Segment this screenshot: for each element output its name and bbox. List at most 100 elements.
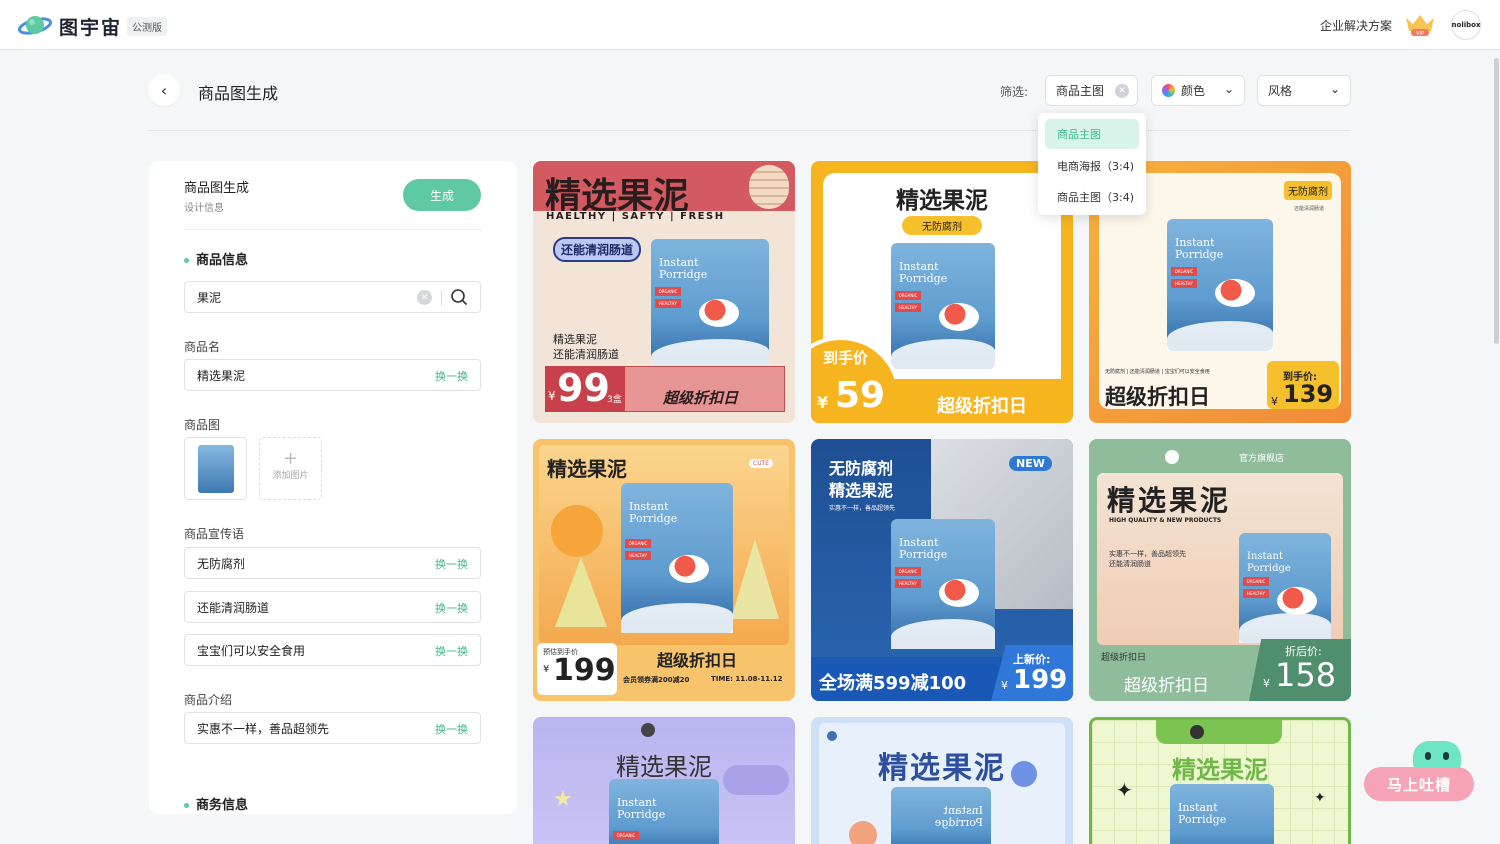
bag-brand-text: Instant Porridge: [659, 257, 707, 281]
swap-button[interactable]: 换一换: [435, 643, 468, 659]
logo-text[interactable]: 图宇宙: [59, 13, 122, 40]
card-desc: 还能清润肠道: [553, 348, 619, 361]
coupon-text: 会员领券满200减20: [623, 676, 690, 684]
bag-line2: Porridge: [629, 512, 678, 525]
logo-badge-icon: [641, 723, 655, 737]
template-card[interactable]: 精选果泥 Instant Porridge: [811, 717, 1073, 844]
swap-button[interactable]: 换一换: [435, 368, 468, 384]
add-image-button[interactable]: + 添加图片: [259, 437, 322, 500]
template-card[interactable]: 精选果泥 无防腐剂 Instant Porridge ORGANIC HEALTH…: [811, 161, 1073, 423]
strawberry-splash-image: [939, 303, 979, 331]
swap-button[interactable]: 换一换: [435, 721, 468, 737]
template-card[interactable]: 官方旗舰店 精选果泥 HIGH QUALITY & NEW PRODUCTS 实…: [1089, 439, 1351, 701]
card-promo: 超级折扣日: [1105, 385, 1210, 409]
bag-line2: Porridge: [617, 808, 666, 821]
vip-crown-icon[interactable]: VIP: [1404, 12, 1436, 38]
product-name-input[interactable]: 精选果泥 换一换: [184, 359, 481, 391]
feedback-button[interactable]: 马上吐槽: [1364, 767, 1474, 801]
cup-stack-image: [749, 165, 789, 209]
milk-wave-image: [1167, 321, 1273, 351]
type-filter-dropdown: 商品主图 电商海报（3:4) 商品主图（3:4): [1038, 113, 1146, 215]
card-price: 158: [1275, 656, 1337, 694]
product-bag-image: Instant Porridge ORGANIC HEALTHY: [651, 239, 769, 369]
beta-badge: 公测版: [127, 17, 167, 36]
card-title: 精选果泥: [1107, 484, 1232, 517]
tree-decoration: [555, 557, 607, 627]
card-sub: 实惠不一样，善品超领先: [829, 505, 896, 512]
strawberry-splash-image: [1215, 279, 1255, 307]
logo-badge-icon: [1190, 725, 1204, 739]
panel-subtitle: 设计信息: [184, 203, 224, 214]
card-eng-text: HIGH QUALITY & NEW PRODUCTS: [1109, 517, 1222, 524]
mascot-eye: [1443, 752, 1449, 760]
card-price: 199: [553, 653, 616, 688]
card-title: 无防腐剂: [829, 459, 894, 478]
color-filter-select[interactable]: 颜色 ⌄: [1151, 75, 1245, 106]
template-card[interactable]: 精选果泥 ★ Instant Porridge ORGANIC: [533, 717, 795, 844]
slogan-input[interactable]: 宝宝们可以安全食用 换一换: [184, 634, 481, 666]
flower-decoration: [1011, 761, 1037, 787]
intro-input[interactable]: 实惠不一样，善品超领先 换一换: [184, 712, 481, 744]
template-card[interactable]: 精选果泥 ✦ ✦ Instant Porridge: [1089, 717, 1351, 844]
intro-label: 商品介绍: [184, 693, 233, 707]
milk-wave-image: [891, 339, 995, 369]
enterprise-solutions-link[interactable]: 企业解决方案: [1320, 17, 1392, 34]
sparkle-icon: ✦: [1116, 778, 1133, 802]
style-filter-select[interactable]: 风格 ⌄: [1257, 75, 1351, 106]
bag-line2: Porridge: [934, 816, 983, 829]
slogan-input[interactable]: 还能清润肠道 换一换: [184, 591, 481, 623]
back-button[interactable]: ‹: [148, 74, 180, 106]
card-title: 精选果泥: [829, 481, 894, 500]
bag-tag: HEALTHY: [895, 579, 921, 588]
swap-button[interactable]: 换一换: [435, 556, 468, 572]
design-info-panel: 商品图生成 设计信息 生成 商品信息 果泥 ✕ 商品名 精选果泥 换一换 商品图…: [149, 161, 517, 814]
clear-icon[interactable]: ✕: [1115, 84, 1129, 98]
slogan-input[interactable]: 无防腐剂 换一换: [184, 547, 481, 579]
chevron-down-icon: ⌄: [1329, 82, 1340, 96]
dropdown-option[interactable]: 商品主图: [1045, 119, 1139, 149]
dropdown-option[interactable]: 电商海报（3:4): [1045, 151, 1139, 181]
page-title: 商品图生成: [198, 84, 279, 103]
swap-button[interactable]: 换一换: [435, 600, 468, 616]
bag-line2: Porridge: [1175, 248, 1224, 261]
tree-decoration: [731, 539, 779, 619]
time-text: TIME: 11.08-11.12: [711, 675, 783, 683]
generate-button[interactable]: 生成: [403, 179, 481, 211]
slogan-label: 商品宣传语: [184, 527, 245, 541]
currency-symbol: ¥: [817, 393, 829, 412]
bag-tag: ORGANIC: [625, 539, 651, 548]
dropdown-option[interactable]: 商品主图（3:4): [1045, 182, 1139, 212]
search-icon[interactable]: [450, 288, 468, 306]
chevron-down-icon: ⌄: [1223, 82, 1234, 96]
bag-tag: HEALTHY: [1243, 589, 1269, 598]
card-sub: 还能清润肠道: [1294, 206, 1325, 212]
plus-icon: +: [282, 448, 299, 469]
product-image-thumbnail[interactable]: [184, 437, 247, 500]
vip-label: VIP: [1416, 31, 1424, 37]
template-card[interactable]: 精选果泥 CUTE Instant Porridge ORGANIC HEALTH…: [533, 439, 795, 701]
product-bag-image: Instant Porridge ORGANIC HEALTHY: [891, 519, 995, 649]
color-filter-label: 颜色: [1181, 84, 1206, 98]
card-promo: 超级折扣日: [663, 389, 739, 407]
clear-icon[interactable]: ✕: [417, 290, 432, 305]
bag-brand-text: Instant Porridge: [934, 804, 983, 829]
card-badge: 无防腐剂: [1284, 181, 1332, 200]
template-card[interactable]: 精选果泥 HAELTHY | SAFTY | FRESH 还能清润肠道 Inst…: [533, 161, 795, 423]
template-card[interactable]: 无防腐剂 精选果泥 NEW 实惠不一样，善品超领先 Instant Porridg…: [811, 439, 1073, 701]
style-filter-label: 风格: [1268, 84, 1293, 98]
milk-wave-image: [621, 603, 733, 633]
user-avatar[interactable]: nolibox: [1451, 10, 1481, 40]
product-bag-image: Instant Porridge ORGANIC HEALTHY: [891, 243, 995, 369]
chevron-left-icon: ‹: [160, 80, 168, 100]
type-filter-select[interactable]: 商品主图 ✕: [1045, 75, 1138, 106]
product-name-value: 精选果泥: [197, 368, 246, 383]
product-search-input[interactable]: 果泥 ✕: [184, 281, 481, 313]
logo-tab: [1156, 720, 1282, 744]
planet-logo-icon[interactable]: [18, 12, 52, 38]
milk-wave-image: [651, 339, 769, 369]
bag-tag: ORGANIC: [1243, 577, 1269, 586]
bag-tag: ORGANIC: [895, 567, 921, 576]
bag-brand-text: Instant Porridge: [617, 797, 665, 821]
currency-symbol: ¥: [1001, 679, 1008, 692]
page-scrollbar[interactable]: [1494, 58, 1499, 344]
